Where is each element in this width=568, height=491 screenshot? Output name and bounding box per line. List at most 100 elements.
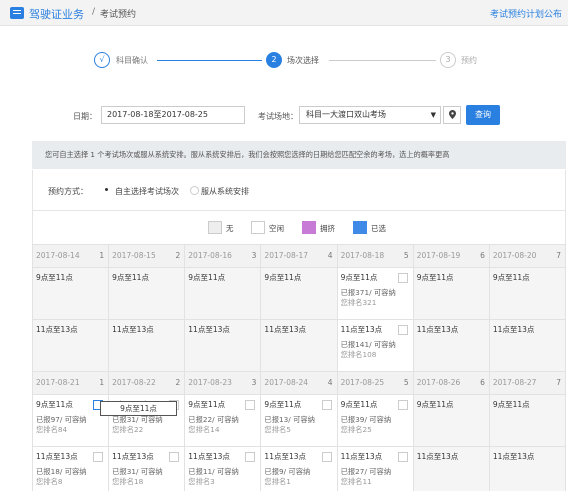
radio-self-select-label[interactable]: 自主选择考试场次 (115, 186, 179, 197)
slot-tooltip: 9点至11点 (100, 401, 177, 416)
time-slot-cell: 11点至13点 (412, 446, 490, 491)
day-date: 2017-08-15 (112, 251, 156, 260)
slot-rank: 您排名5 (264, 425, 291, 434)
slot-registered-count: 已报9/ 可容纳 (264, 467, 311, 476)
time-slot-cell: 9点至11点 (488, 394, 567, 447)
slot-checkbox[interactable] (169, 452, 180, 462)
slot-rank: 您排名18 (112, 477, 144, 486)
time-slot-cell: 11点至13点 (184, 319, 262, 372)
notice-banner: 您可自主选择 1 个考试场次或服从系统安排。服从系统安排后，我们会按照您选择的日… (32, 141, 566, 169)
breadcrumb-current: 考试预约 (100, 10, 137, 20)
time-slot-cell[interactable]: 11点至13点 已报31/ 可容纳 您排名18 (108, 446, 186, 491)
slot-checkbox[interactable] (245, 400, 256, 410)
time-slot-cell[interactable]: 11点至13点 已报141/ 可容纳 您排名108 (336, 319, 414, 372)
weekday-number: 2 (175, 251, 181, 260)
weekday-number: 5 (403, 378, 409, 387)
weekday-number: 2 (175, 378, 181, 387)
day-header-cell: 2017-08-19 6 (412, 244, 490, 268)
site-select[interactable]: 科目一大渡口双山考场 ▼ (299, 106, 441, 124)
radio-self-select[interactable] (103, 186, 112, 195)
day-date: 2017-08-26 (416, 378, 461, 387)
legend: 无 空闲 拥挤 已选 (32, 210, 566, 244)
time-slot-cell[interactable]: 9点至11点 已报371/ 可容纳 您排名321 (336, 267, 414, 320)
time-slot-cell[interactable]: 11点至13点 已报9/ 可容纳 您排名1 (260, 446, 338, 491)
slot-checkbox[interactable] (93, 452, 104, 462)
slot-checkbox[interactable] (321, 400, 332, 410)
legend-none-swatch (208, 221, 222, 234)
slot-checkbox[interactable] (397, 325, 408, 335)
time-slot-cell: 11点至13点 (412, 319, 490, 372)
time-slot-cell[interactable]: 9点至11点 已报13/ 可容纳 您排名5 (260, 394, 338, 447)
slot-registered-count: 已报31/ 可容纳 (112, 415, 163, 424)
time-slot-cell[interactable]: 9点至11点 已报97/ 可容纳 您排名84 (31, 394, 110, 447)
slot-registered-count: 已报371/ 可容纳 (340, 288, 396, 297)
location-pin-button[interactable] (443, 106, 461, 124)
date-label: 日期： (73, 112, 97, 121)
day-date: 2017-08-22 (112, 378, 156, 387)
slot-rank: 您排名14 (188, 425, 220, 434)
slot-time: 11点至13点 (264, 325, 307, 334)
weekday-number: 6 (480, 378, 485, 387)
legend-free-swatch (251, 221, 265, 234)
day-header-cell: 2017-08-23 3 (184, 371, 262, 395)
time-slot-cell[interactable]: 11点至13点 已报11/ 可容纳 您排名3 (184, 446, 262, 491)
radio-system-assign-label[interactable]: 服从系统安排 (201, 186, 249, 197)
slot-time: 9点至11点 (188, 273, 226, 282)
legend-selected-label: 已选 (371, 224, 386, 233)
slot-registered-count: 已报22/ 可容纳 (188, 415, 239, 424)
slot-rank: 您排名108 (340, 350, 377, 359)
step-2-number: 2 (266, 52, 282, 68)
radio-system-assign[interactable] (190, 186, 199, 195)
day-date: 2017-08-24 (264, 378, 309, 387)
time-slot-cell[interactable]: 9点至11点 已报22/ 可容纳 您排名14 (184, 394, 262, 447)
day-date: 2017-08-20 (492, 251, 537, 260)
legend-none-label: 无 (226, 224, 234, 233)
brand-title[interactable]: 驾驶证业务 (29, 6, 84, 22)
schedule-link[interactable]: 考试预约计划公布 (490, 7, 562, 20)
weekday-number: 1 (99, 251, 105, 260)
step-3-number: 3 (440, 52, 456, 68)
day-header-cell: 2017-08-25 5 (336, 371, 414, 395)
weekday-number: 3 (251, 378, 257, 387)
slot-checkbox[interactable] (245, 452, 256, 462)
step-1-check-icon: √ (94, 52, 110, 68)
time-slot-row: 9点至11点 9点至11点 9点至11点 9点至11点 9点至11点 已报371/ 可容纳… (31, 267, 567, 320)
time-slot-cell[interactable]: 9点至11点 已报39/ 可容纳 您排名25 (336, 394, 414, 447)
time-slot-cell[interactable]: 11点至13点 已报18/ 可容纳 您排名8 (31, 446, 110, 491)
calendar-week-header: 2017-08-14 1 2017-08-15 2 2017-08-16 3 2017-08… (31, 244, 567, 268)
slot-time: 9点至11点 (492, 400, 530, 409)
slot-time: 9点至11点 (36, 273, 73, 282)
time-slot-cell[interactable]: 11点至13点 已报27/ 可容纳 您排名11 (336, 446, 414, 491)
step-3-label: 预约 (461, 56, 477, 65)
booking-mode-label: 预约方式： (48, 187, 88, 196)
slot-registered-count: 已报13/ 可容纳 (264, 415, 315, 424)
day-date: 2017-08-23 (188, 378, 232, 387)
date-range-input[interactable]: 2017-08-18至2017-08-25 (101, 106, 245, 124)
slot-checkbox[interactable] (397, 273, 408, 283)
slot-registered-count: 已报39/ 可容纳 (340, 415, 392, 424)
slot-rank: 您排名25 (340, 425, 372, 434)
day-date: 2017-08-16 (188, 251, 232, 260)
day-header-cell: 2017-08-20 7 (488, 244, 567, 268)
slot-rank: 您排名8 (36, 477, 63, 486)
calendar-week-header: 2017-08-21 1 2017-08-22 2 2017-08-23 3 2017-08… (31, 371, 567, 395)
day-date: 2017-08-17 (264, 251, 309, 260)
day-header-cell: 2017-08-18 5 (336, 244, 414, 268)
slot-rank: 您排名321 (340, 298, 377, 307)
slot-checkbox[interactable] (397, 400, 408, 410)
day-date: 2017-08-14 (36, 251, 80, 260)
location-pin-icon (448, 110, 456, 119)
slot-checkbox[interactable] (321, 452, 332, 462)
legend-free-label: 空闲 (269, 224, 284, 233)
booking-mode-row: 预约方式： 自主选择考试场次 服从系统安排 (32, 170, 566, 210)
day-header-cell: 2017-08-26 6 (412, 371, 490, 395)
time-slot-cell: 9点至11点 (108, 267, 186, 320)
query-button[interactable]: 查询 (466, 105, 500, 125)
slot-checkbox[interactable] (397, 452, 408, 462)
slot-time: 9点至11点 (264, 273, 302, 282)
slot-time: 11点至13点 (416, 452, 459, 461)
weekday-number: 1 (99, 378, 105, 387)
breadcrumb-separator: / (92, 7, 96, 17)
slot-rank: 您排名3 (188, 477, 215, 486)
weekday-number: 3 (251, 251, 257, 260)
